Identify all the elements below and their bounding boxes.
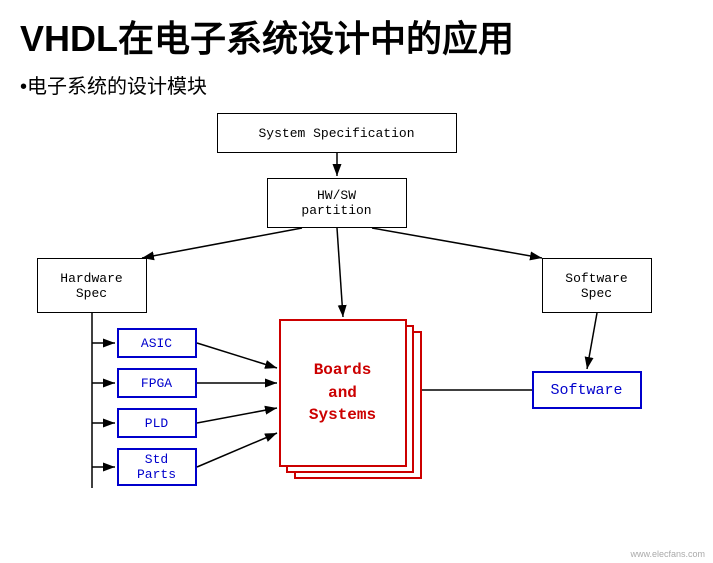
page-container: VHDL在电子系统设计中的应用 •电子系统的设计模块 System Specif… — [0, 0, 713, 563]
boards-systems-box: Boards and Systems — [279, 319, 407, 467]
std-parts-box: Std Parts — [117, 448, 197, 486]
watermark: www.elecfans.com — [630, 549, 705, 559]
diagram-area: System Specification HW/SW partition Har… — [22, 113, 692, 493]
system-spec-box: System Specification — [217, 113, 457, 153]
hw-sw-partition-box: HW/SW partition — [267, 178, 407, 228]
sw-spec-box: Software Spec — [542, 258, 652, 313]
page-title: VHDL在电子系统设计中的应用 — [20, 10, 693, 62]
fpga-box: FPGA — [117, 368, 197, 398]
pld-box: PLD — [117, 408, 197, 438]
software-box: Software — [532, 371, 642, 409]
subtitle: •电子系统的设计模块 — [20, 70, 693, 99]
asic-box: ASIC — [117, 328, 197, 358]
hw-spec-box: Hardware Spec — [37, 258, 147, 313]
